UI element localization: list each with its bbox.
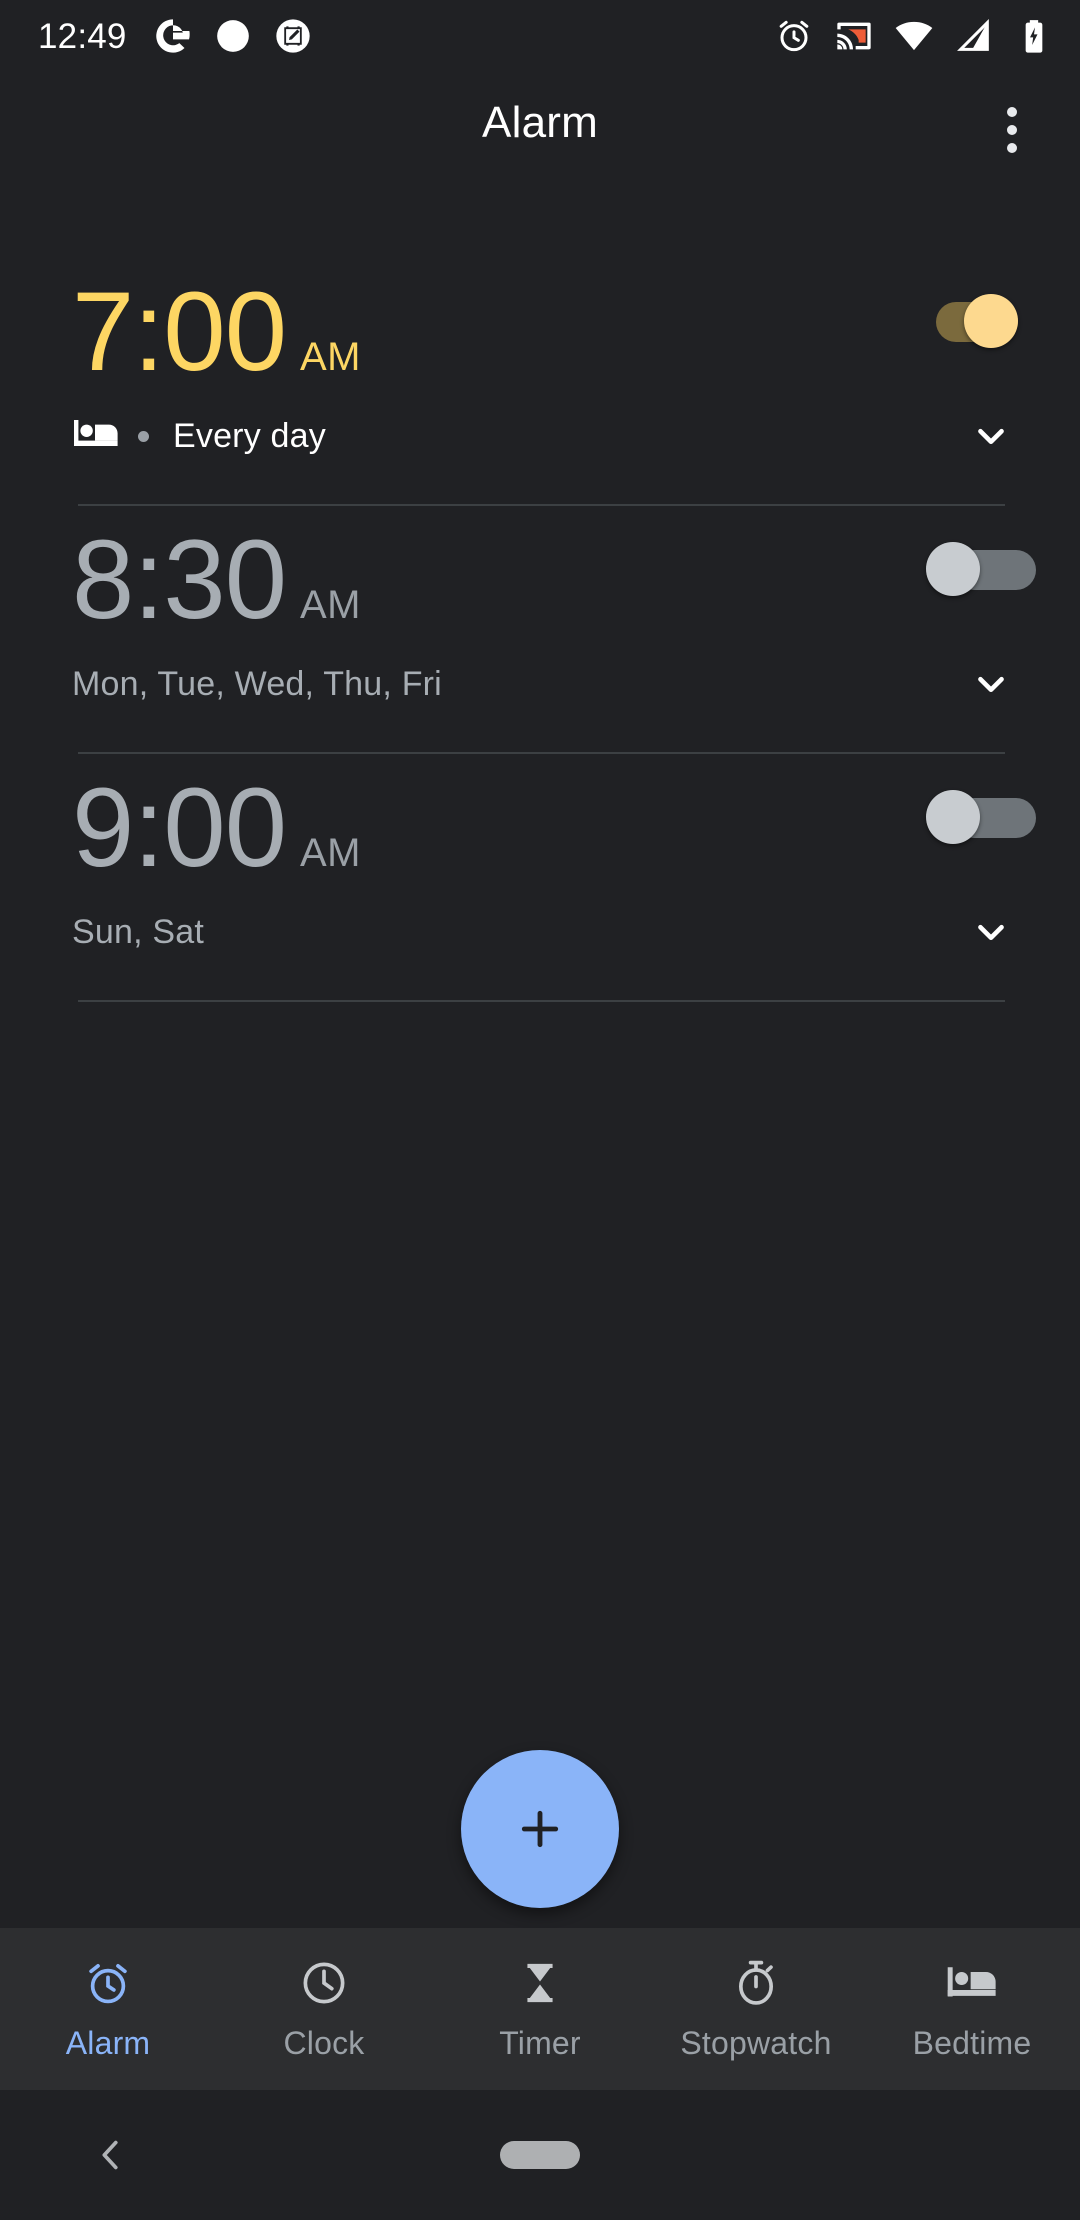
plus-icon xyxy=(521,1810,559,1848)
alarm-schedule-label: Sun, Sat xyxy=(72,912,205,951)
app-bar: Alarm xyxy=(0,72,1080,182)
alarm-time-value: 7:00 xyxy=(72,269,287,394)
nav-tab-label: Stopwatch xyxy=(680,2024,832,2061)
system-navigation-bar xyxy=(0,2090,1080,2220)
circle-dot-icon xyxy=(216,20,249,52)
google-g-icon xyxy=(155,19,190,53)
alarm-toggle[interactable] xyxy=(926,542,1036,596)
alarm-time-row[interactable]: 7:00 AM xyxy=(0,258,1080,388)
alarm-schedule-row[interactable]: Mon, Tue, Wed, Thu, Fri xyxy=(0,636,1080,732)
list-divider xyxy=(78,1000,1005,1002)
alarm-schedule-row[interactable]: Every day xyxy=(0,388,1080,484)
overflow-dot xyxy=(1007,107,1017,117)
back-chevron-icon[interactable] xyxy=(88,2132,134,2178)
alarm-item[interactable]: 9:00 AM Sun, Sat xyxy=(0,754,1080,1002)
alarm-item[interactable]: 8:30 AM Mon, Tue, Wed, Thu, Fri xyxy=(0,506,1080,754)
toggle-thumb xyxy=(926,542,980,596)
nav-tab-label: Clock xyxy=(283,2024,365,2061)
alarm-ampm: AM xyxy=(299,831,361,875)
status-bar-clock: 12:49 xyxy=(38,16,127,56)
cast-icon xyxy=(837,22,871,50)
chevron-down-icon[interactable] xyxy=(968,413,1014,459)
nav-tab-stopwatch[interactable]: Stopwatch xyxy=(648,1928,864,2090)
hourglass-icon xyxy=(527,1963,553,2002)
nav-tab-bedtime[interactable]: Bedtime xyxy=(864,1928,1080,2090)
alarm-time[interactable]: 8:30 AM xyxy=(72,524,361,636)
nav-tab-alarm[interactable]: Alarm xyxy=(0,1928,216,2090)
toggle-thumb xyxy=(964,294,1018,348)
alarm-ampm: AM xyxy=(299,335,361,379)
alarm-time-row[interactable]: 8:30 AM xyxy=(0,506,1080,636)
alarm-set-icon xyxy=(779,20,809,52)
alarm-ampm: AM xyxy=(299,583,361,627)
alarm-item[interactable]: 7:00 AM Every day xyxy=(0,258,1080,506)
alarm-clock-icon xyxy=(89,1963,127,2003)
add-alarm-fab[interactable] xyxy=(461,1750,619,1908)
alarm-toggle[interactable] xyxy=(926,294,1018,348)
nav-tab-label: Timer xyxy=(499,2024,581,2061)
nav-tab-timer[interactable]: Timer xyxy=(432,1928,648,2090)
alarm-time-row[interactable]: 9:00 AM xyxy=(0,754,1080,884)
alarm-schedule-label: Mon, Tue, Wed, Thu, Fri xyxy=(72,664,442,703)
clock-icon xyxy=(303,1962,345,2003)
chevron-down-icon[interactable] xyxy=(968,661,1014,707)
status-bar: 12:49 xyxy=(0,0,1080,72)
status-bar-system-icons xyxy=(774,16,1054,56)
alarm-toggle[interactable] xyxy=(926,790,1036,844)
alarm-time[interactable]: 9:00 AM xyxy=(72,772,361,884)
battery-charging-icon xyxy=(1025,20,1043,53)
status-bar-notification-icons xyxy=(153,16,313,56)
chevron-down-icon[interactable] xyxy=(968,909,1014,955)
screenshot-edit-icon xyxy=(275,19,310,53)
page-title: Alarm xyxy=(482,98,598,147)
alarm-list: 7:00 AM Every day 8:30 AM Mon, Tue, Wed,… xyxy=(0,258,1080,1002)
separator-dot xyxy=(138,430,149,442)
alarm-time-value: 8:30 xyxy=(72,517,287,642)
nav-tab-clock[interactable]: Clock xyxy=(216,1928,432,2090)
alarm-time[interactable]: 7:00 AM xyxy=(72,276,361,388)
cellular-signal-icon xyxy=(957,19,989,51)
alarm-time-value: 9:00 xyxy=(72,765,287,890)
bed-icon xyxy=(947,1966,996,1996)
alarm-app-screen: 12:49 Alarm 7:00 AM Every day 8:30 AM Mo… xyxy=(0,0,1080,2220)
home-pill-icon[interactable] xyxy=(500,2141,580,2169)
bed-icon xyxy=(74,420,118,446)
alarm-schedule-row[interactable]: Sun, Sat xyxy=(0,884,1080,980)
toggle-thumb xyxy=(926,790,980,844)
alarm-schedule-label: Every day xyxy=(173,416,326,455)
overflow-dot xyxy=(1007,125,1017,135)
bottom-navigation-bar: Alarm Clock Timer Stopwatch Bedtime xyxy=(0,1928,1080,2090)
nav-tab-label: Bedtime xyxy=(912,2024,1032,2061)
overflow-menu-button[interactable] xyxy=(974,92,1050,168)
wifi-icon xyxy=(895,21,933,51)
nav-tab-label: Alarm xyxy=(65,2024,151,2061)
stopwatch-icon xyxy=(738,1960,774,2005)
overflow-dot xyxy=(1007,143,1017,153)
